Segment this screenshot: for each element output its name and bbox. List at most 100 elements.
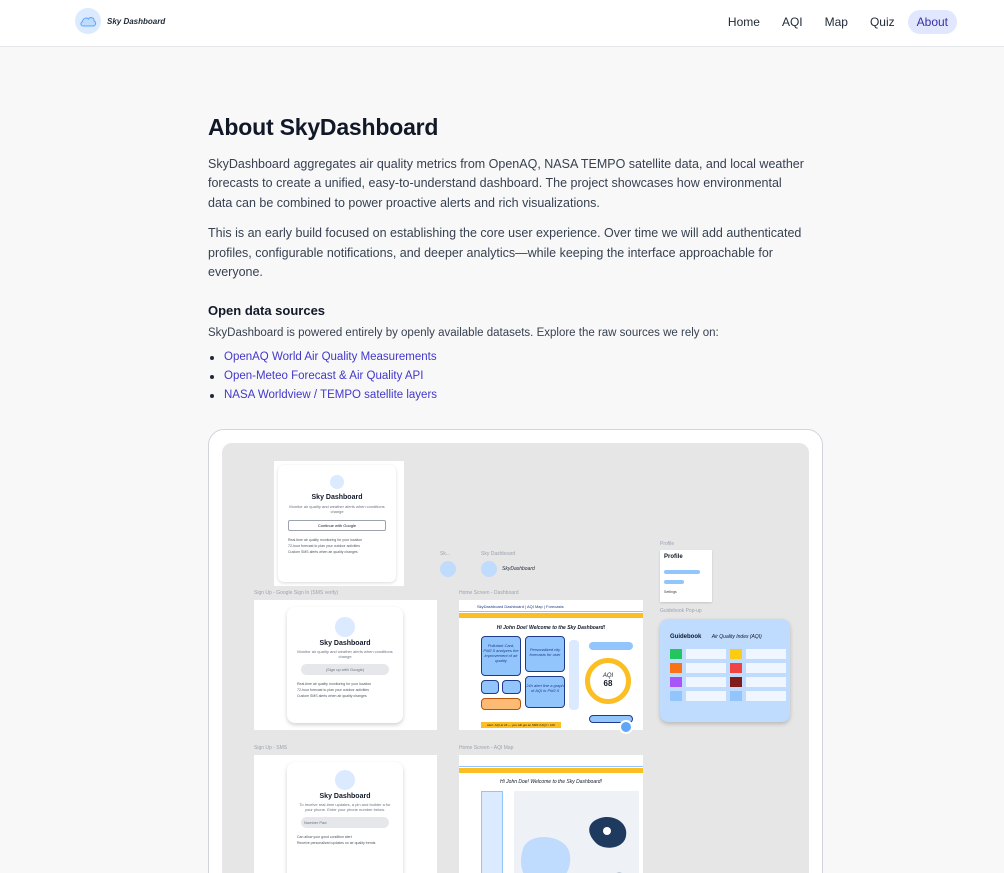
nav-quiz[interactable]: Quiz [861,10,904,34]
top-navbar: Sky Dashboard Home AQI Map Quiz About [0,0,1004,47]
dashboard-nav: SkyDashboard Dashboard | AQI Map | Forec… [459,600,643,612]
cloud-icon [481,561,497,577]
dashboard-footer: Alert: AQI at 24 — you will get an SMS i… [481,722,561,728]
source-link-openaq[interactable]: OpenAQ World Air Quality Measurements [208,348,808,367]
aqi-level-desc [686,677,726,687]
design-canvas: Sky Dashboard Monitor air quality and we… [222,443,809,873]
aqi-level-desc [746,677,786,687]
aqi-level-very-unhealthy [670,677,682,687]
source-link-nasa-worldview[interactable]: NASA Worldview / TEMPO satellite layers [208,386,808,405]
design-preview: Sky Dashboard Monitor air quality and we… [208,429,823,873]
sms-signup-frame: Sky Dashboard To receive real-time updat… [254,755,437,873]
forecast-card: Personalized city forecasts for user [525,636,565,672]
map-nav [459,755,643,767]
aqi-level-good [670,649,682,659]
page-title: About SkyDashboard [208,114,439,140]
map-frame: Hi John Doe! Welcome to the Sky Dashboar… [459,755,643,873]
chat-button [619,720,633,734]
sky-label: SkyDashboard [502,566,535,572]
google-card-title: Sky Dashboard [319,640,371,647]
signin-bullets: Real-time air quality monitoring for you… [288,537,386,555]
bullet: Receive personalized updates on air qual… [297,841,376,845]
alert-bar [459,613,643,618]
dashboard-frame: SkyDashboard Dashboard | AQI Map | Forec… [459,600,643,734]
map-sidebar [481,791,503,873]
stat-card [502,680,521,694]
sms-signup-card: Sky Dashboard To receive real-time updat… [287,762,403,873]
aqi-legend-grid [670,649,786,701]
source-link-open-meteo[interactable]: Open-Meteo Forecast & Air Quality API [208,367,808,386]
aqi-gauge: AQI 68 [585,658,631,704]
icon-rail [569,640,579,710]
tip-desc [746,691,786,701]
main-nav: Home AQI Map Quiz About [719,10,957,34]
aqi-level-unhealthy [730,663,742,673]
sources-intro: SkyDashboard is powered entirely by open… [208,327,719,340]
tip-icon [670,691,682,701]
bullet: Custom SMS alerts when air quality chang… [297,694,367,698]
signin-card: Sky Dashboard Monitor air quality and we… [278,465,396,582]
cloud-icon [75,8,101,34]
signin-frame: Sky Dashboard Monitor air quality and we… [274,461,404,586]
map-greeting: Hi John Doe! Welcome to the Sky Dashboar… [500,779,602,785]
cloud-icon [335,770,355,790]
nav-map[interactable]: Map [816,10,857,34]
google-signup-card: Sky Dashboard Monitor air quality and we… [287,607,403,723]
sms-card-title: Sky Dashboard [319,793,371,800]
cloud-icon [330,475,344,489]
nav-home[interactable]: Home [719,10,769,34]
guidebook-title: Guidebook [670,634,702,640]
aqi-level-desc [686,663,726,673]
pollutant-card: Pollutant Card, PM2.5 analyzes the impro… [481,636,521,676]
tip-desc [686,691,726,701]
profile-frame: Profile Settings [660,550,712,602]
aqi-value: 68 [603,679,613,688]
guidebook-subtitle: Air Quality Index (AQI) [711,634,762,640]
roadmap-paragraph: This is an early build focused on establ… [208,226,802,280]
cloud-icon [335,617,355,637]
map-area [514,791,639,873]
caption-skydashboard: Sky Dashboard [481,551,516,557]
caption-sms-signup: Sign Up - SMS [254,745,288,751]
tip-icon [730,691,742,701]
caption-guidebook: Guidebook Pop-up [660,608,702,614]
alert-bar [459,768,643,773]
caption-home-map: Home Screen - AQI Map [459,745,514,751]
aqi-level-desc [686,649,726,659]
aqi-level-desc [746,649,786,659]
guidebook-popup: Guidebook Air Quality Index (AQI) [660,619,790,722]
brand-name: Sky Dashboard [107,16,166,26]
google-button: Continue with Google [288,520,386,531]
google-signup-button: (Sign up with Google) [301,664,389,675]
nav-about[interactable]: About [907,10,957,34]
aqi-level-sensitive [670,663,682,673]
profile-title: Profile [664,554,683,560]
warning-card [481,698,521,710]
caption-sk: Sk... [440,551,451,557]
caption-home-dashboard: Home Screen - Dashboard [459,590,519,596]
intro-paragraph: SkyDashboard aggregates air quality metr… [208,157,804,210]
alert-graph-card: 24h alert line a graph of AQI in PM2.5 [525,676,565,708]
map-shapes [520,816,627,873]
cloud-icon [440,561,456,577]
profile-field [664,570,700,574]
aqi-level-desc [746,663,786,673]
bullet: Custom SMS alerts when air quality chang… [288,550,358,554]
stat-card [481,680,499,694]
sms-card-bullets: Can allow your good condition alert Rece… [297,834,393,846]
dashboard-greeting: Hi John Doe! Welcome to the Sky Dashboar… [496,625,606,631]
signin-title: Sky Dashboard [311,494,363,501]
nav-aqi[interactable]: AQI [773,10,812,34]
profile-settings: Settings [664,590,677,594]
aqi-level-hazardous [730,677,742,687]
caption-google-signup: Sign Up - Google Sign In (SMS verify) [254,590,339,596]
sources-list: OpenAQ World Air Quality Measurements Op… [208,348,808,405]
signin-subtitle: Monitor air quality and weather alerts w… [289,504,385,514]
google-card-subtitle: Monitor air quality and weather alerts w… [297,649,393,659]
phone-input: Number Pad [301,817,389,828]
sources-heading: Open data sources [208,303,326,319]
location-pill [589,642,633,650]
google-card-bullets: Real-time air quality monitoring for you… [297,681,393,699]
brand-logo[interactable]: Sky Dashboard [75,8,165,34]
profile-field [664,580,684,584]
